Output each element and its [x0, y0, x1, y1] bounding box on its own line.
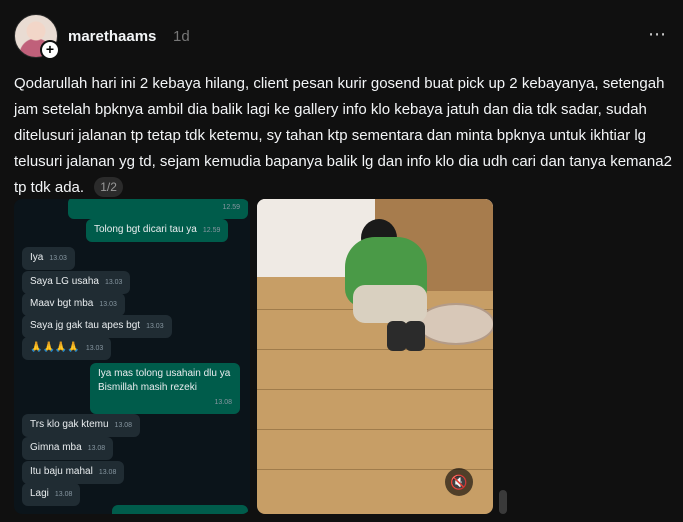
- chat-bubble: [112, 505, 248, 514]
- chat-bubble: 🙏🙏🙏🙏 13.03: [22, 337, 112, 360]
- chat-bubble: Saya jg gak tau apes bgt 13.03: [22, 315, 172, 338]
- chat-bubble: Iya mas tolong usahain dlu ya Bismillah …: [90, 363, 240, 414]
- chat-bubble: Itu baju mahal 13.08: [22, 461, 125, 484]
- chat-bubble: Saya LG usaha 13.03: [22, 271, 131, 294]
- chat-bubble: 12.59: [68, 199, 248, 219]
- chat-bubble: Lagi 13.08: [22, 483, 81, 506]
- chat-bubble: Iya 13.03: [22, 247, 75, 270]
- more-options-icon[interactable]: ⋯: [648, 24, 667, 45]
- shoe: [405, 321, 425, 351]
- post-time: 1d: [173, 28, 190, 45]
- post-caption: Qodarullah hari ini 2 kebaya hilang, cli…: [14, 71, 674, 201]
- person-pants: [353, 285, 427, 323]
- follow-plus-icon[interactable]: +: [40, 40, 60, 60]
- chat-screenshot[interactable]: 12.59 Tolong bgt dicari tau ya 12.59 Iya 1…: [14, 199, 250, 514]
- post-header: + marethaams 1d ⋯: [14, 14, 671, 60]
- chat-bubble: Tolong bgt dicari tau ya 12.59: [86, 219, 229, 242]
- video-photo[interactable]: 🔇: [257, 199, 493, 514]
- mute-icon[interactable]: 🔇: [445, 468, 473, 496]
- chat-bubble: Gimna mba 13.08: [22, 437, 114, 460]
- rug: [417, 303, 493, 345]
- next-media-peek[interactable]: [499, 490, 507, 514]
- chat-bubble: Maav bgt mba 13.03: [22, 293, 125, 316]
- username[interactable]: marethaams: [68, 28, 156, 45]
- chat-bubble: Trs klo gak ktemu 13.08: [22, 414, 141, 437]
- media-counter: 1/2: [94, 177, 123, 197]
- shoe: [387, 321, 407, 351]
